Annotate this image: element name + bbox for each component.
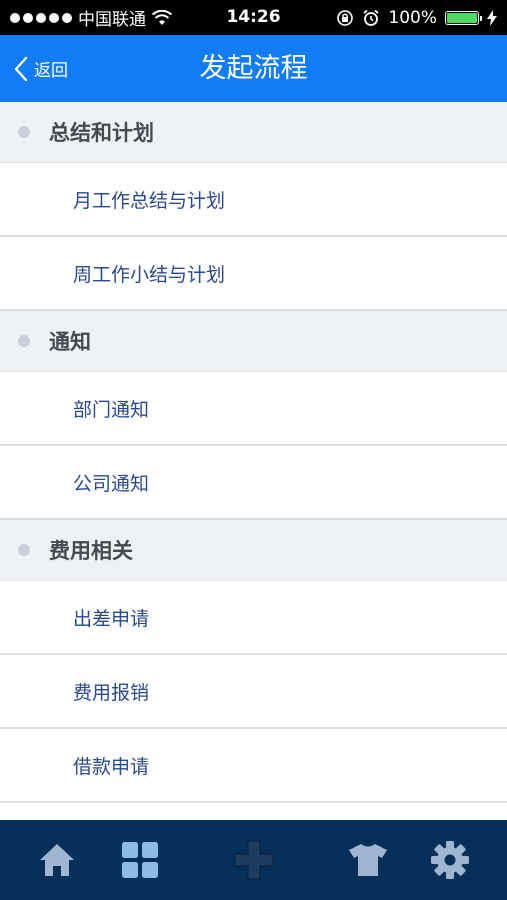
shirt-icon bbox=[349, 844, 387, 876]
section-header-expenses: 费用相关 bbox=[0, 520, 507, 581]
home-icon bbox=[40, 844, 74, 876]
battery-level bbox=[447, 12, 477, 23]
section-header-summary-plan: 总结和计划 bbox=[0, 102, 507, 163]
page-title: 发起流程 bbox=[199, 53, 308, 84]
nav-bar: 返回 发起流程 bbox=[0, 35, 507, 102]
tab-settings[interactable] bbox=[426, 838, 474, 882]
tab-bar bbox=[0, 820, 507, 900]
list-item-label: 借款申请 bbox=[73, 755, 150, 778]
process-list: 总结和计划 月工作总结与计划 周工作小结与计划 通知 部门通知 公司通知 费用相… bbox=[0, 102, 507, 820]
status-right: 100% bbox=[336, 0, 497, 35]
charging-icon bbox=[487, 9, 497, 26]
list-item[interactable]: 公司通知 bbox=[0, 446, 507, 520]
grid-icon bbox=[122, 842, 158, 878]
list-item-label: 部门通知 bbox=[73, 398, 150, 421]
section-title: 费用相关 bbox=[49, 539, 133, 563]
list-item-label: 费用报销 bbox=[73, 681, 150, 704]
list-item[interactable]: 费用报销 bbox=[0, 655, 507, 729]
back-button[interactable]: 返回 bbox=[14, 35, 68, 102]
tab-wardrobe[interactable] bbox=[344, 838, 392, 882]
chevron-left-icon bbox=[14, 56, 28, 81]
list-item-label: 月工作总结与计划 bbox=[73, 189, 226, 212]
bullet-icon bbox=[18, 544, 30, 556]
status-bar: 中国联通 14:26 100% bbox=[0, 0, 507, 35]
list-item[interactable]: 出差申请 bbox=[0, 581, 507, 655]
battery-percent: 100% bbox=[388, 7, 437, 28]
list-item[interactable]: 借款申请 bbox=[0, 729, 507, 803]
tab-home[interactable] bbox=[33, 838, 81, 882]
section-title: 总结和计划 bbox=[49, 121, 154, 145]
battery-icon bbox=[445, 10, 482, 25]
list-item-label: 周工作小结与计划 bbox=[73, 263, 226, 286]
list-item-label: 公司通知 bbox=[73, 472, 150, 495]
list-item-label: 出差申请 bbox=[73, 607, 150, 630]
alarm-icon bbox=[363, 9, 379, 26]
tab-new[interactable] bbox=[230, 838, 278, 882]
orientation-lock-icon bbox=[337, 9, 354, 26]
bullet-icon bbox=[18, 335, 30, 347]
gear-icon bbox=[431, 841, 469, 879]
list-item[interactable]: 部门通知 bbox=[0, 372, 507, 446]
bullet-icon bbox=[18, 126, 30, 138]
plus-icon bbox=[234, 840, 274, 880]
list-item[interactable]: 周工作小结与计划 bbox=[0, 237, 507, 311]
back-label: 返回 bbox=[34, 61, 68, 81]
tab-apps[interactable] bbox=[116, 838, 164, 882]
section-title: 通知 bbox=[49, 330, 91, 354]
list-item[interactable]: 月工作总结与计划 bbox=[0, 163, 507, 237]
section-header-notice: 通知 bbox=[0, 311, 507, 372]
